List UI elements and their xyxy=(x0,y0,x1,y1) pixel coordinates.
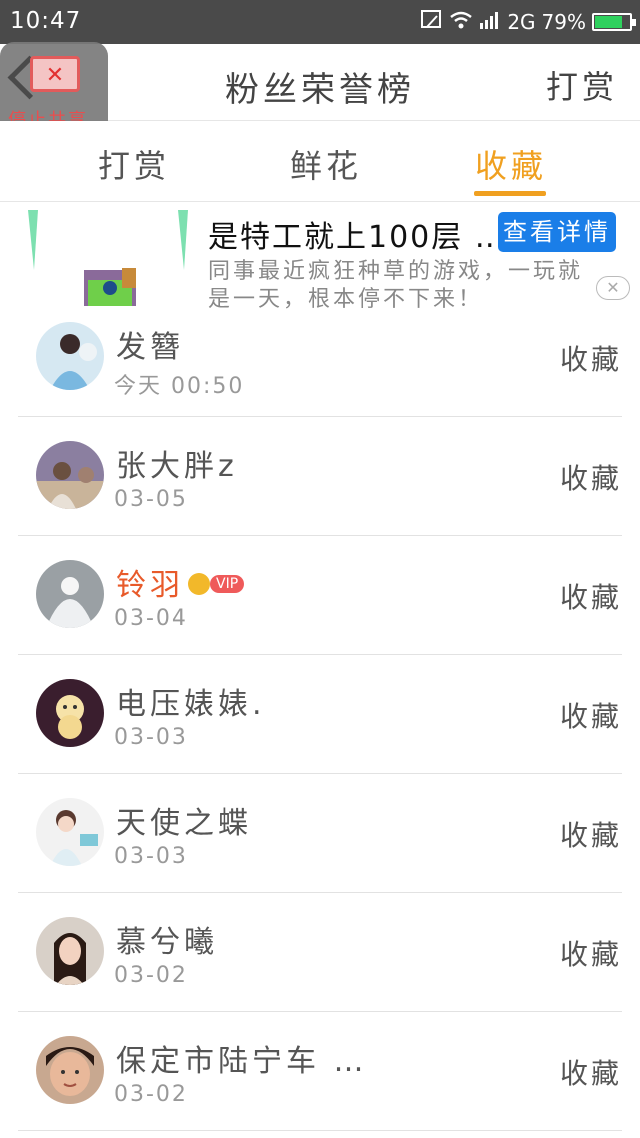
tab-flowers[interactable]: 鲜花 xyxy=(290,141,362,187)
ad-title[interactable]: 是特工就上100层 … xyxy=(208,212,507,256)
crown-icon xyxy=(188,572,210,595)
battery-icon xyxy=(592,13,636,31)
fan-list: 发簪 今天 00:50 收藏 张大胖z 03-05 收藏 铃羽 VIP 03-04… xyxy=(0,298,640,1131)
fan-date: 03-04 xyxy=(114,606,188,631)
list-item[interactable]: 慕兮曦 03-02 收藏 xyxy=(18,893,622,1012)
vip-badge: VIP xyxy=(210,574,245,593)
status-bar: 10:47 2G 79% xyxy=(0,0,640,44)
fan-name: 天使之蝶 xyxy=(116,806,252,841)
fan-name: 铃羽 VIP xyxy=(116,560,245,604)
active-tab-indicator xyxy=(474,191,546,196)
avatar[interactable] xyxy=(36,1036,104,1104)
fan-date: 今天 00:50 xyxy=(114,374,245,399)
tab-bar: 打赏 鲜花 收藏 xyxy=(0,121,640,202)
ad-close-icon[interactable]: ✕ xyxy=(596,276,630,300)
status-icons: 2G 79% xyxy=(421,9,636,35)
screenshot-icon xyxy=(421,9,443,35)
fan-action: 收藏 xyxy=(559,462,622,495)
tab-reward[interactable]: 打赏 xyxy=(98,141,170,187)
fan-action: 收藏 xyxy=(559,819,622,852)
reward-button[interactable]: 打赏 xyxy=(546,62,618,108)
fan-date: 03-03 xyxy=(114,844,188,869)
list-item[interactable]: 铃羽 VIP 03-04 收藏 xyxy=(18,536,622,655)
list-item[interactable]: 张大胖z 03-05 收藏 xyxy=(18,417,622,536)
battery-percent: 79% xyxy=(541,10,586,34)
fan-date: 03-02 xyxy=(114,1082,188,1107)
network-label: 2G xyxy=(507,10,536,34)
fan-action: 收藏 xyxy=(559,1057,622,1090)
list-item[interactable]: 保定市陆宁车 … 03-02 收藏 xyxy=(18,1012,622,1131)
ad-banner[interactable]: 是特工就上100层 … 查看详情 同事最近疯狂种草的游戏，一玩就是一天，根本停不… xyxy=(0,202,640,312)
avatar[interactable] xyxy=(36,798,104,866)
fan-name-text: 铃羽 xyxy=(116,568,184,603)
fan-name: 保定市陆宁车 … xyxy=(116,1044,368,1079)
list-item[interactable]: 电压婊婊. 03-03 收藏 xyxy=(18,655,622,774)
tab-favorites[interactable]: 收藏 xyxy=(475,141,547,187)
close-icon[interactable]: ✕ xyxy=(30,56,80,92)
fan-action: 收藏 xyxy=(559,700,622,733)
avatar[interactable] xyxy=(36,322,104,390)
battery-fill xyxy=(595,16,622,28)
fan-action: 收藏 xyxy=(559,343,622,376)
status-time: 10:47 xyxy=(10,8,82,34)
wifi-icon xyxy=(449,10,473,35)
fan-action: 收藏 xyxy=(559,581,622,614)
avatar[interactable] xyxy=(36,560,104,628)
fan-date: 03-03 xyxy=(114,725,188,750)
list-item[interactable]: 天使之蝶 03-03 收藏 xyxy=(18,774,622,893)
avatar[interactable] xyxy=(36,441,104,509)
avatar[interactable] xyxy=(36,917,104,985)
fan-action: 收藏 xyxy=(559,938,622,971)
signal-icon xyxy=(479,10,501,35)
fan-name: 电压婊婊. xyxy=(116,687,266,722)
fan-name: 发簪 xyxy=(116,330,184,365)
fan-name: 慕兮曦 xyxy=(116,925,218,960)
fan-date: 03-02 xyxy=(114,963,188,988)
fan-name: 张大胖z xyxy=(116,449,238,484)
avatar[interactable] xyxy=(36,679,104,747)
ad-details-button[interactable]: 查看详情 xyxy=(498,212,616,252)
fan-date: 03-05 xyxy=(114,487,188,512)
list-item[interactable]: 发簪 今天 00:50 收藏 xyxy=(18,298,622,417)
ad-image[interactable] xyxy=(28,210,188,308)
